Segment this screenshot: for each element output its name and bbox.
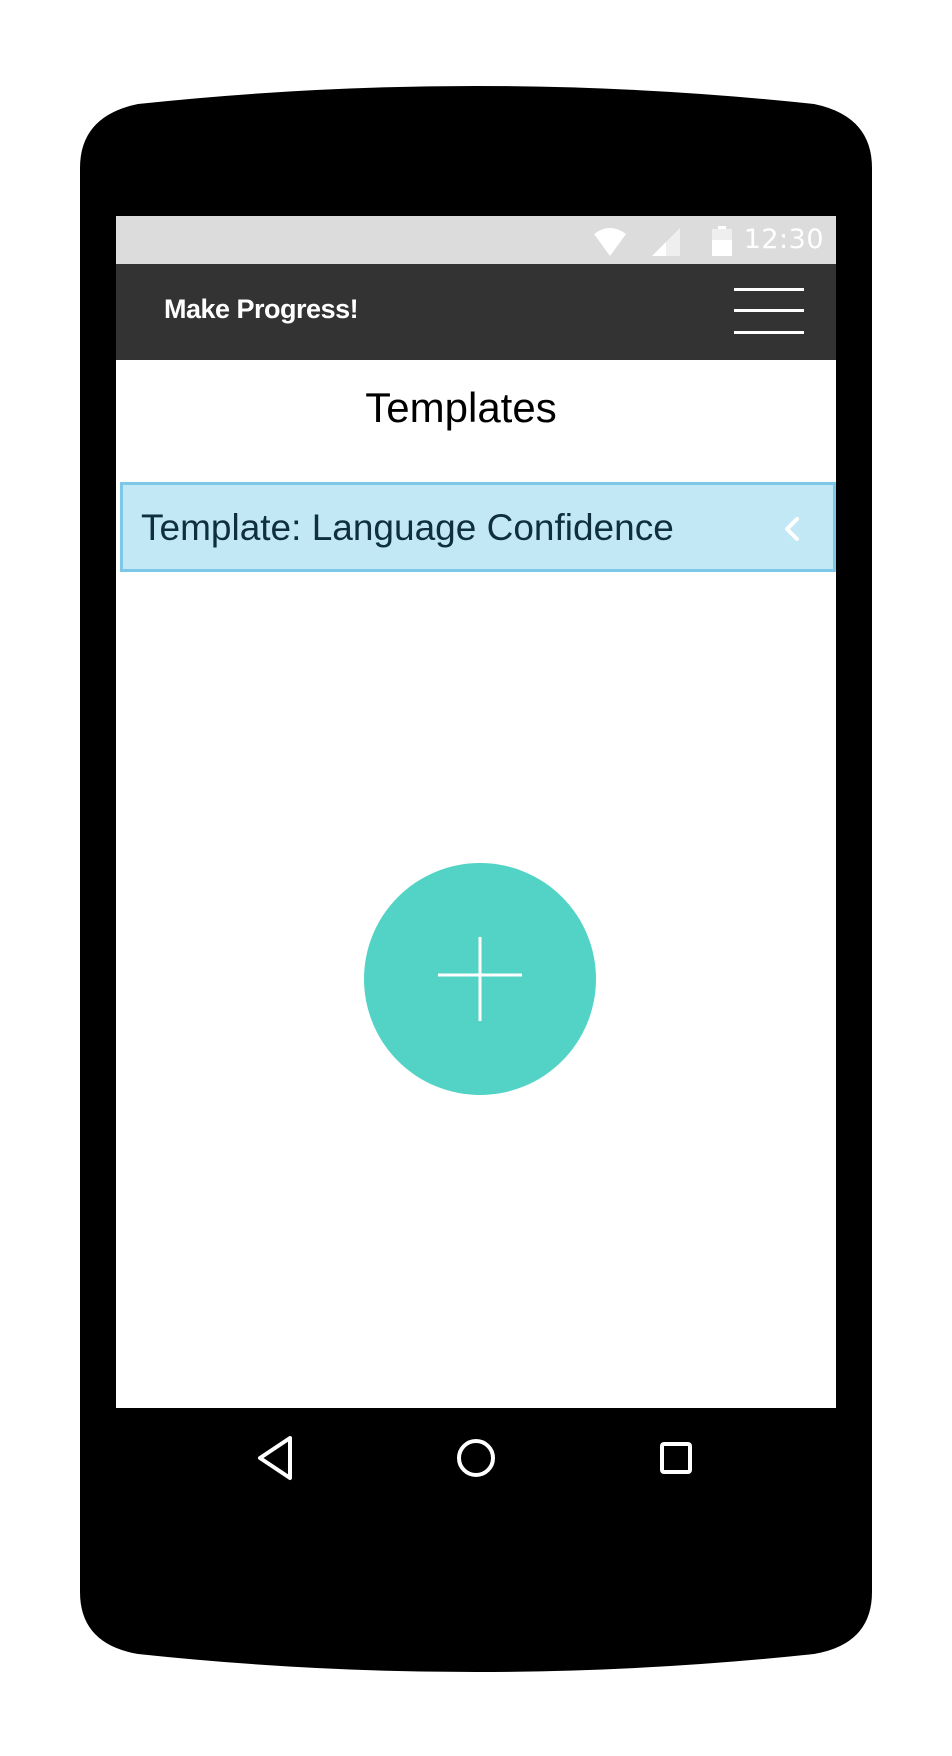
chevron-left-icon[interactable] (781, 515, 803, 543)
device-mockup: 12:30 Make Progress! Templates Template:… (0, 0, 952, 1756)
screen: 12:30 Make Progress! Templates Template:… (116, 216, 836, 1408)
status-time: 12:30 (743, 224, 824, 255)
status-bar: 12:30 (116, 216, 836, 264)
hamburger-menu-icon[interactable] (734, 288, 804, 336)
page-title: Templates (365, 384, 557, 431)
list-item[interactable]: Template: Language Confidence (120, 482, 836, 572)
plus-icon (438, 937, 522, 1021)
cellular-signal-icon (652, 228, 680, 256)
template-label: Template: Language Confidence (141, 507, 674, 548)
wifi-icon (594, 228, 626, 256)
battery-icon (712, 226, 732, 256)
back-triangle-icon[interactable] (246, 1428, 306, 1488)
app-bar: Make Progress! (116, 264, 836, 360)
nav-bar (116, 1408, 836, 1508)
add-template-button[interactable] (364, 863, 596, 1095)
recents-square-icon[interactable] (646, 1428, 706, 1488)
app-title: Make Progress! (164, 294, 359, 324)
home-circle-icon[interactable] (446, 1428, 506, 1488)
